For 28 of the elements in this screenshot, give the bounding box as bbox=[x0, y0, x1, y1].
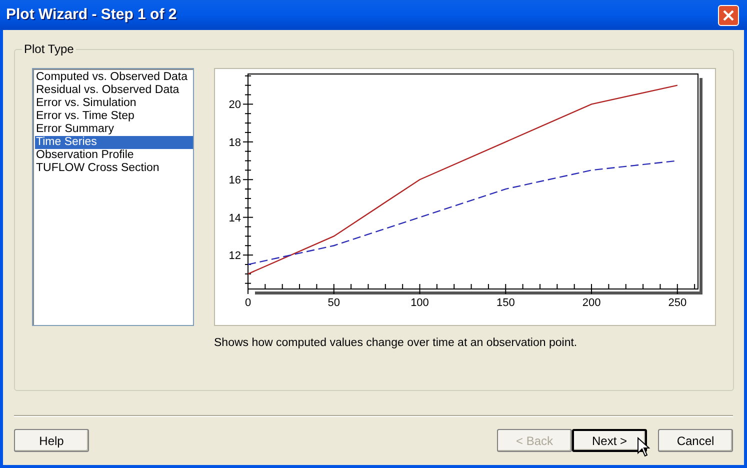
x-tick-label: 100 bbox=[410, 297, 429, 309]
x-tick-label: 200 bbox=[582, 297, 601, 309]
list-item[interactable]: TUFLOW Cross Section bbox=[35, 162, 193, 175]
cursor-icon bbox=[637, 437, 650, 457]
list-item[interactable]: Time Series bbox=[35, 136, 193, 149]
list-item[interactable]: Observation Profile bbox=[35, 149, 193, 162]
list-item[interactable]: Error Summary bbox=[35, 123, 193, 136]
close-button[interactable] bbox=[718, 4, 739, 26]
x-tick-label: 250 bbox=[668, 297, 687, 309]
close-icon bbox=[723, 10, 734, 20]
y-tick-label: 20 bbox=[228, 99, 241, 112]
x-tick-label: 0 bbox=[244, 297, 252, 309]
window-title: Plot Wizard - Step 1 of 2 bbox=[6, 4, 177, 25]
dialog-button[interactable]: Next > bbox=[572, 429, 647, 452]
dialog-button[interactable]: Cancel bbox=[658, 429, 733, 452]
x-tick-label: 50 bbox=[328, 297, 340, 309]
list-item[interactable]: Error vs. Time Step bbox=[35, 110, 193, 123]
list-item[interactable]: Error vs. Simulation bbox=[35, 97, 193, 110]
y-tick-label: 18 bbox=[228, 136, 241, 149]
list-item[interactable]: Computed vs. Observed Data bbox=[35, 71, 193, 84]
description: Shows how computed values change over time at an observation point. bbox=[214, 336, 578, 351]
dialog-button[interactable]: Help bbox=[14, 429, 89, 452]
y-tick-label: 12 bbox=[228, 250, 241, 262]
list-item[interactable]: Residual vs. Observed Data bbox=[35, 84, 193, 97]
x-tick-label: 150 bbox=[496, 297, 515, 309]
y-tick-label: 14 bbox=[228, 212, 241, 224]
group-label: Plot Type bbox=[23, 41, 75, 58]
y-tick-label: 16 bbox=[228, 174, 241, 187]
